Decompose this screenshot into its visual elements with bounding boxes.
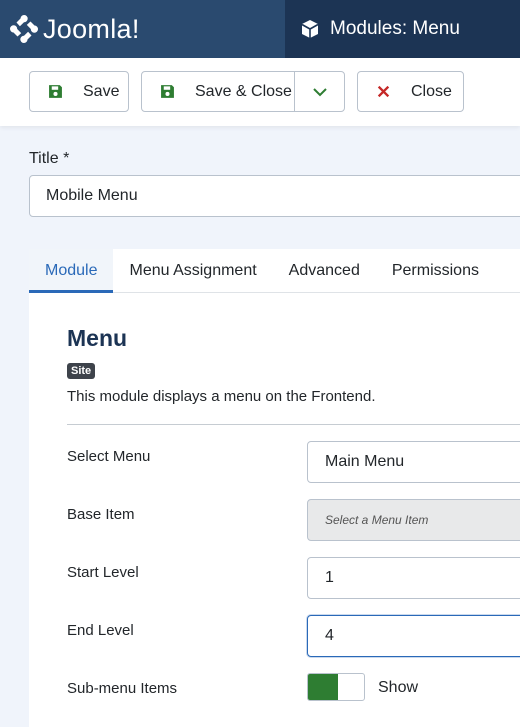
save-button-label: Save bbox=[83, 82, 120, 100]
select-menu-value: Main Menu bbox=[325, 453, 405, 470]
module-heading: Menu bbox=[67, 325, 128, 351]
end-level-label: End Level bbox=[67, 622, 134, 639]
save-icon bbox=[161, 85, 174, 98]
tab-permissions[interactable]: Permissions bbox=[376, 249, 495, 293]
module-description: This module displays a menu on the Front… bbox=[67, 388, 376, 405]
toolbar: Save Save & Close Close bbox=[0, 58, 520, 126]
base-item-field[interactable]: Select a Menu Item bbox=[307, 499, 520, 541]
app-header: Joomla! Modules: Menu bbox=[0, 0, 520, 58]
module-panel: Menu Site This module displays a menu on… bbox=[29, 293, 520, 727]
chevron-down-icon bbox=[312, 87, 327, 96]
submenu-items-toggle[interactable] bbox=[307, 673, 365, 701]
select-menu-dropdown[interactable]: Main Menu bbox=[307, 441, 520, 483]
base-item-placeholder: Select a Menu Item bbox=[325, 513, 429, 527]
start-level-dropdown[interactable]: 1 bbox=[307, 557, 520, 599]
start-level-label: Start Level bbox=[67, 564, 139, 581]
save-close-button-group: Save & Close bbox=[141, 71, 345, 112]
tab-advanced[interactable]: Advanced bbox=[273, 249, 376, 293]
logo-text: Joomla! bbox=[43, 13, 140, 44]
joomla-logo-icon bbox=[10, 15, 38, 43]
site-badge: Site bbox=[67, 363, 96, 379]
save-options-dropdown-toggle[interactable] bbox=[295, 72, 344, 111]
save-icon bbox=[49, 85, 62, 98]
title-input[interactable] bbox=[29, 175, 520, 217]
tab-module[interactable]: Module bbox=[29, 249, 114, 293]
save-close-button-label: Save & Close bbox=[195, 82, 292, 100]
close-button-label: Close bbox=[411, 82, 452, 100]
close-button[interactable]: Close bbox=[357, 71, 464, 112]
tab-menu-assignment[interactable]: Menu Assignment bbox=[113, 249, 272, 293]
submenu-items-state: Show bbox=[378, 679, 419, 696]
base-item-label: Base Item bbox=[67, 506, 135, 523]
end-level-value: 4 bbox=[325, 627, 334, 644]
joomla-logo[interactable]: Joomla! bbox=[0, 0, 285, 58]
submenu-items-label: Sub-menu Items bbox=[67, 680, 178, 697]
title-label: Title * bbox=[29, 150, 70, 167]
tab-bar: Module Menu Assignment Advanced Permissi… bbox=[29, 249, 520, 293]
end-level-dropdown[interactable]: 4 bbox=[307, 615, 520, 657]
page-title: Modules: Menu bbox=[330, 18, 460, 39]
save-close-button[interactable]: Save & Close bbox=[142, 72, 296, 111]
close-icon bbox=[377, 85, 390, 98]
cube-icon bbox=[301, 20, 319, 38]
save-button[interactable]: Save bbox=[29, 71, 129, 112]
select-menu-label: Select Menu bbox=[67, 448, 151, 465]
page-title-area: Modules: Menu bbox=[300, 0, 460, 58]
divider bbox=[67, 424, 520, 425]
start-level-value: 1 bbox=[325, 569, 334, 586]
toggle-on-indicator bbox=[308, 674, 338, 700]
